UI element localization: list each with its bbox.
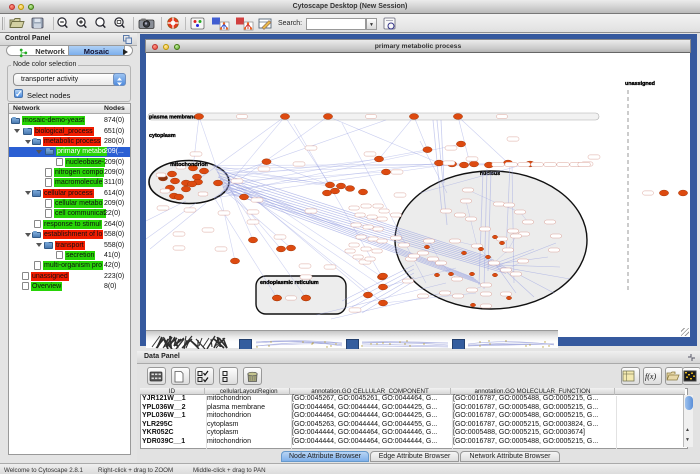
svg-text:f(x): f(x) xyxy=(645,372,656,381)
svg-text:unassigned: unassigned xyxy=(625,81,655,87)
svg-text:cytoplasm: cytoplasm xyxy=(149,133,176,139)
svg-text:plasma membrane: plasma membrane xyxy=(149,115,196,121)
svg-text:mitochondrion: mitochondrion xyxy=(170,162,208,168)
